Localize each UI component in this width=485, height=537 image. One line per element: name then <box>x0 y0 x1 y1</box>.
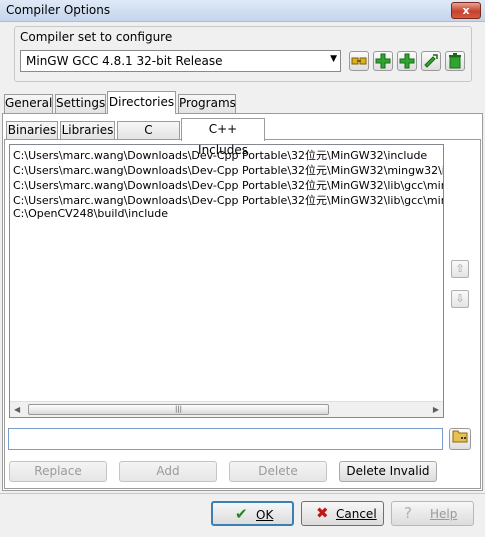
find-compilers-button[interactable] <box>349 51 369 71</box>
compiler-set-label: Compiler set to configure <box>19 30 174 44</box>
scroll-right-icon[interactable]: ▶ <box>433 405 439 414</box>
delete-invalid-button-label: Delete Invalid <box>346 464 430 478</box>
cancel-button-label: Cancel <box>336 507 377 521</box>
replace-button-label: Replace <box>34 464 82 478</box>
help-button-label: Help <box>430 507 458 521</box>
subtab-libraries[interactable]: Libraries <box>60 121 115 140</box>
close-icon: x <box>462 4 470 17</box>
title-bar[interactable]: Compiler Options x <box>0 0 485 22</box>
tab-general-label: General <box>5 96 53 110</box>
horizontal-scrollbar[interactable]: ◀ ||| ▶ <box>10 401 443 417</box>
help-button[interactable]: ? Help <box>391 501 474 526</box>
list-item[interactable]: C:\Users\marc.wang\Downloads\Dev-Cpp Por… <box>13 192 443 208</box>
add-button[interactable]: Add <box>119 461 217 482</box>
tab-settings[interactable]: Settings <box>55 94 106 113</box>
subtab-libraries-label: Libraries <box>61 123 114 137</box>
subtab-c-includes[interactable]: C Includes <box>117 121 180 154</box>
compiler-options-window: Compiler Options x Compiler set to confi… <box>0 0 485 537</box>
tab-general[interactable]: General <box>4 94 53 113</box>
delete-button-label: Delete <box>258 464 298 478</box>
cancel-button[interactable]: ✖ Cancel <box>301 501 384 526</box>
footer-separator <box>0 493 485 494</box>
add-button-label: Add <box>156 464 180 478</box>
list-item[interactable]: C:\Users\marc.wang\Downloads\Dev-Cpp Por… <box>13 162 443 178</box>
add-folder-compiler-button[interactable] <box>397 51 417 71</box>
subtab-cpp-includes-label: C++ Includes <box>198 122 248 157</box>
add-compiler-icon <box>375 53 391 69</box>
move-up-button[interactable]: ⇧ <box>451 260 469 278</box>
scroll-thumb[interactable]: ||| <box>28 404 329 415</box>
scroll-left-icon[interactable]: ◀ <box>14 405 20 414</box>
browse-folder-button[interactable] <box>449 428 471 450</box>
add-folder-compiler-icon <box>399 53 415 69</box>
add-compiler-button[interactable] <box>373 51 393 71</box>
close-button[interactable]: x <box>451 2 481 19</box>
directory-list[interactable]: C:\Users\marc.wang\Downloads\Dev-Cpp Por… <box>9 144 444 418</box>
ok-button[interactable]: ✔ OK <box>211 501 294 526</box>
tab-directories[interactable]: Directories <box>107 91 176 114</box>
tab-programs[interactable]: Programs <box>178 94 236 113</box>
arrow-up-icon: ⇧ <box>455 262 465 275</box>
help-icon: ? <box>404 504 412 522</box>
compiler-set-value: MinGW GCC 4.8.1 32-bit Release <box>26 54 223 68</box>
check-icon: ✔ <box>235 505 248 523</box>
move-down-button[interactable]: ⇩ <box>451 290 469 308</box>
window-title: Compiler Options <box>6 3 111 17</box>
subtab-binaries[interactable]: Binaries <box>6 121 58 140</box>
delete-button[interactable]: Delete <box>229 461 327 482</box>
rename-compiler-button[interactable] <box>421 51 441 71</box>
x-icon: ✖ <box>316 504 329 522</box>
rename-icon <box>424 54 438 68</box>
tab-directories-label: Directories <box>108 95 175 109</box>
delete-compiler-button[interactable] <box>445 51 465 71</box>
delete-icon <box>449 53 461 69</box>
subtab-binaries-label: Binaries <box>7 123 57 137</box>
tab-programs-label: Programs <box>179 96 236 110</box>
delete-invalid-button[interactable]: Delete Invalid <box>339 461 437 482</box>
directory-path-input[interactable] <box>8 428 443 450</box>
arrow-down-icon: ⇩ <box>455 292 465 305</box>
find-compilers-icon <box>351 57 367 65</box>
compiler-set-dropdown[interactable]: MinGW GCC 4.8.1 32-bit Release ▼ <box>20 50 341 72</box>
list-item[interactable]: C:\Users\marc.wang\Downloads\Dev-Cpp Por… <box>13 177 443 193</box>
folder-icon <box>452 430 468 443</box>
list-item[interactable]: C:\OpenCV248\build\include <box>13 207 168 220</box>
replace-button[interactable]: Replace <box>9 461 107 482</box>
chevron-down-icon: ▼ <box>330 54 337 64</box>
ok-button-label: OK <box>256 508 274 522</box>
subtab-cpp-includes[interactable]: C++ Includes <box>181 118 265 157</box>
tab-settings-label: Settings <box>56 96 106 110</box>
